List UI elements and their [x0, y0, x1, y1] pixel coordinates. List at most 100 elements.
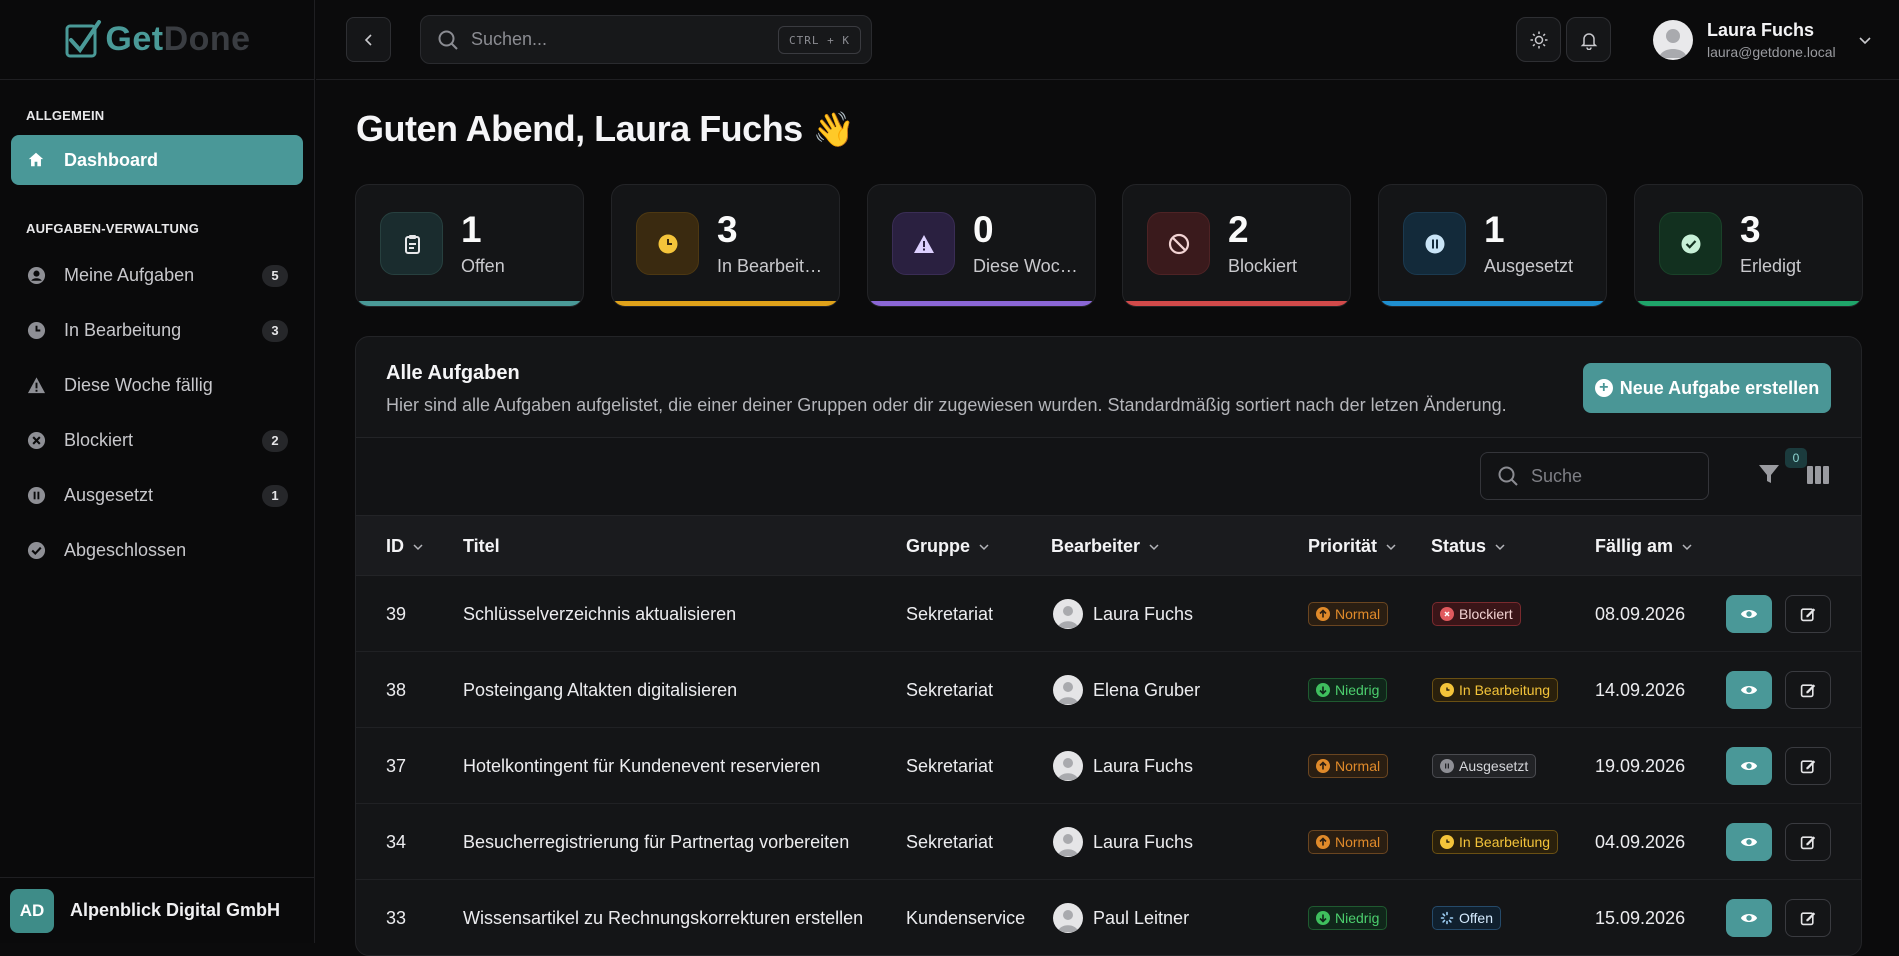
edit-task-button[interactable]	[1785, 747, 1831, 785]
org-avatar: AD	[10, 888, 54, 933]
column-header-assignee[interactable]: Bearbeiter	[1051, 516, 1160, 577]
chevron-left-icon	[364, 33, 372, 46]
task-title[interactable]: Besucherregistrierung für Partnertag vor…	[463, 804, 849, 880]
avatar	[1053, 827, 1083, 857]
column-header-status[interactable]: Status	[1431, 516, 1506, 577]
stat-value: 1	[1484, 209, 1505, 250]
stat-accent-bar	[1635, 301, 1862, 306]
view-task-button[interactable]	[1726, 671, 1772, 709]
stat-value: 0	[973, 209, 994, 250]
stat-accent-bar	[612, 301, 839, 306]
stat-value: 1	[461, 209, 482, 250]
stat-value: 2	[1228, 209, 1249, 250]
search-icon	[1498, 466, 1518, 486]
avatar	[1053, 751, 1083, 781]
sidebar-item-due-this-week[interactable]: Diese Woche fällig	[11, 358, 303, 413]
eye-icon	[1740, 685, 1758, 695]
new-task-button[interactable]: + Neue Aufgabe erstellen	[1583, 363, 1831, 413]
home-icon	[26, 150, 46, 170]
status-label: Offen	[1459, 910, 1493, 926]
table-row[interactable]: 33 Wissensartikel zu Rechnungskorrekture…	[356, 880, 1861, 955]
logo-text-get: Get	[105, 20, 164, 58]
chevron-down-icon	[1682, 543, 1692, 550]
column-header-due-date[interactable]: Fällig am	[1595, 516, 1693, 577]
task-assignee: Paul Leitner	[1053, 880, 1189, 955]
sidebar: Get Done ALLGEMEIN Dashboard AUFGABEN-VER…	[0, 0, 315, 943]
column-header-group[interactable]: Gruppe	[906, 516, 990, 577]
global-search-input[interactable]: Suchen... CTRL + K	[420, 15, 872, 64]
collapse-sidebar-button[interactable]	[346, 17, 391, 62]
sidebar-item-my-tasks[interactable]: Meine Aufgaben 5	[11, 248, 303, 303]
blocked-icon	[1147, 212, 1210, 275]
task-group: Sekretariat	[906, 755, 994, 776]
view-task-button[interactable]	[1726, 899, 1772, 937]
table-header: ID Titel Gruppe Bearbeiter Priorität Sta…	[356, 515, 1861, 576]
section-label-general: ALLGEMEIN	[26, 108, 105, 123]
table-search-input[interactable]: Suche	[1480, 452, 1709, 500]
task-title[interactable]: Posteingang Altakten digitalisieren	[463, 652, 737, 728]
column-header-priority[interactable]: Priorität	[1308, 516, 1397, 577]
status-badge: Ausgesetzt	[1432, 728, 1537, 804]
stat-accent-bar	[868, 301, 1095, 306]
priority-badge: Niedrig	[1308, 880, 1388, 955]
eye-icon	[1740, 609, 1758, 619]
sidebar-item-paused[interactable]: Ausgesetzt 1	[11, 468, 303, 523]
sidebar-item-in-progress[interactable]: In Bearbeitung 3	[11, 303, 303, 358]
edit-task-button[interactable]	[1785, 671, 1831, 709]
stat-value: 3	[1740, 209, 1761, 250]
sidebar-item-dashboard[interactable]: Dashboard	[11, 135, 303, 185]
x-circle-icon	[26, 431, 46, 451]
count-badge: 2	[262, 429, 288, 452]
stat-card-in-progress[interactable]: 3 In Bearbeitung	[611, 184, 840, 307]
view-task-button[interactable]	[1726, 595, 1772, 633]
table-row[interactable]: 37 Hotelkontingent für Kundenevent reser…	[356, 728, 1861, 804]
plus-circle-icon: +	[1594, 379, 1613, 397]
task-title[interactable]: Hotelkontingent für Kundenevent reservie…	[463, 728, 820, 804]
columns-icon[interactable]	[1806, 463, 1830, 487]
table-row[interactable]: 39 Schlüsselverzeichnis aktualisieren Se…	[356, 576, 1861, 652]
check-circle-icon	[26, 541, 46, 561]
table-row[interactable]: 34 Besucherregistrierung für Partnertag …	[356, 804, 1861, 880]
theme-toggle-button[interactable]	[1516, 17, 1561, 62]
search-icon	[438, 30, 458, 50]
organization-switcher[interactable]: AD Alpenblick Digital GmbH	[0, 877, 314, 943]
user-menu[interactable]: Laura Fuchs laura@getdone.local	[1653, 15, 1872, 65]
search-placeholder: Suchen...	[471, 29, 548, 49]
clock-icon	[1440, 683, 1454, 697]
sidebar-item-completed[interactable]: Abgeschlossen	[11, 523, 303, 578]
column-header-id[interactable]: ID	[386, 516, 424, 577]
sidebar-item-blocked[interactable]: Blockiert 2	[11, 413, 303, 468]
edit-task-button[interactable]	[1785, 899, 1831, 937]
filter-icon[interactable]	[1757, 462, 1781, 486]
sun-icon	[1530, 31, 1547, 48]
view-task-button[interactable]	[1726, 823, 1772, 861]
notifications-button[interactable]	[1566, 17, 1611, 62]
stat-card-paused[interactable]: 1 Ausgesetzt	[1378, 184, 1607, 307]
user-name: Laura Fuchs	[1707, 20, 1815, 40]
arrow-up-icon	[1316, 835, 1330, 849]
eye-icon	[1740, 837, 1758, 847]
stat-label: Erledigt	[1740, 256, 1802, 276]
table-row[interactable]: 38 Posteingang Altakten digitalisieren S…	[356, 652, 1861, 728]
task-due-date: 19.09.2026	[1595, 755, 1686, 776]
sidebar-item-label: Diese Woche fällig	[64, 375, 213, 395]
chevron-down-icon	[413, 543, 423, 550]
table-search-placeholder: Suche	[1531, 465, 1583, 486]
task-id: 33	[386, 907, 407, 928]
logo[interactable]: Get Done	[0, 0, 314, 80]
task-due-date: 04.09.2026	[1595, 831, 1686, 852]
task-title[interactable]: Schlüsselverzeichnis aktualisieren	[463, 576, 736, 652]
user-circle-icon	[26, 266, 46, 286]
stat-card-due-this-week[interactable]: 0 Diese Woche fällig	[867, 184, 1096, 307]
edit-task-button[interactable]	[1785, 595, 1831, 633]
view-task-button[interactable]	[1726, 747, 1772, 785]
stat-card-open[interactable]: 1 Offen	[355, 184, 584, 307]
edit-task-button[interactable]	[1785, 823, 1831, 861]
task-due-date: 14.09.2026	[1595, 679, 1686, 700]
warning-icon	[26, 376, 46, 396]
stat-card-blocked[interactable]: 2 Blockiert	[1122, 184, 1351, 307]
stat-card-done[interactable]: 3 Erledigt	[1634, 184, 1863, 307]
chevron-down-icon	[1495, 543, 1505, 550]
task-title[interactable]: Wissensartikel zu Rechnungskorrekturen e…	[463, 880, 863, 955]
task-assignee: Laura Fuchs	[1053, 804, 1193, 880]
